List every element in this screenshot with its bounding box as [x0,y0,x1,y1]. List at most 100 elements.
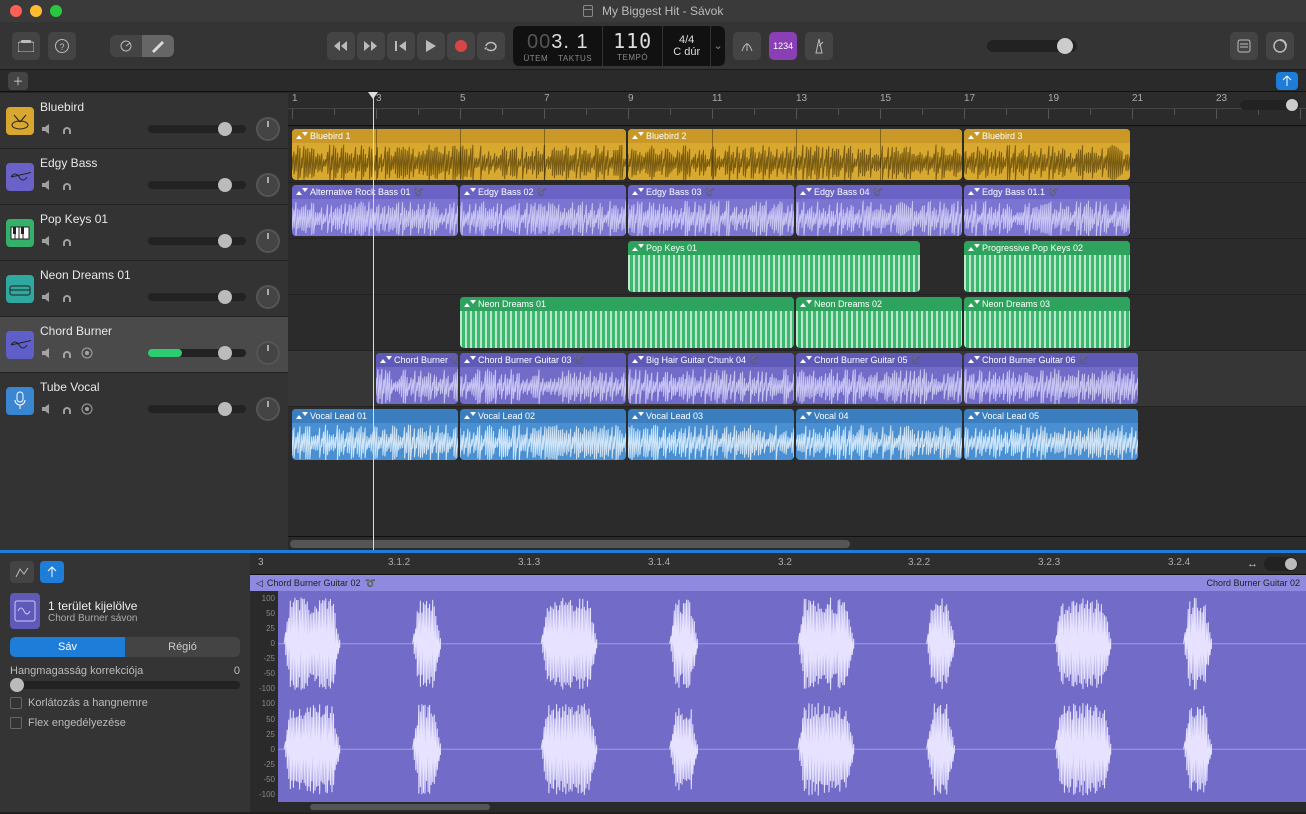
track-pan-knob[interactable] [256,397,280,421]
arrange-area[interactable]: 1357911131517192123 Bluebird 1 Bluebird … [288,92,1306,550]
view-mode-toggle[interactable] [110,35,174,57]
catch-playhead-button[interactable] [1276,72,1298,90]
editor-waveform-area[interactable]: ↔ 33.1.23.1.33.1.43.23.2.23.2.33.2.4 ◁Ch… [250,553,1306,812]
mute-icon[interactable] [40,402,54,416]
arrange-lane[interactable]: Pop Keys 01 Progressive Pop Keys 02 [288,238,1306,294]
mute-icon[interactable] [40,178,54,192]
add-track-button[interactable]: ＋ [8,72,28,90]
region-left-handle-icon[interactable]: ◁ [256,578,263,589]
track-instrument-icon[interactable] [6,331,34,359]
region[interactable]: Progressive Pop Keys 02 [964,241,1130,292]
lcd-mode-chevron[interactable]: ⌄ [711,26,725,66]
horizontal-zoom-slider[interactable] [1240,100,1300,110]
headphone-icon[interactable] [60,290,74,304]
track-pan-knob[interactable] [256,341,280,365]
library-button[interactable] [12,32,40,60]
region[interactable]: Alternative Rock Bass 01 ➰ [292,185,458,236]
track-pan-knob[interactable] [256,173,280,197]
region[interactable]: Edgy Bass 01.1 ➰ [964,185,1130,236]
region[interactable]: Vocal Lead 03 [628,409,794,460]
editor-tab-region-view[interactable] [10,561,34,583]
count-in-button[interactable]: 1234 [769,32,797,60]
region[interactable]: Neon Dreams 02 [796,297,962,348]
region[interactable]: Chord Burner Guitar 06 ➰ [964,353,1138,404]
track-name-label[interactable]: Tube Vocal [40,380,280,394]
mute-icon[interactable] [40,346,54,360]
master-volume-slider[interactable] [987,40,1077,52]
track-pan-knob[interactable] [256,117,280,141]
pitch-correction-slider[interactable] [10,681,240,689]
track-name-label[interactable]: Chord Burner [40,324,280,338]
track-instrument-icon[interactable] [6,219,34,247]
go-to-start-button[interactable] [387,32,415,60]
track-volume-slider[interactable] [148,349,246,357]
region[interactable]: Chord Burner ➰ [376,353,458,404]
track-volume-slider[interactable] [148,405,246,413]
track-volume-slider[interactable] [148,293,246,301]
region[interactable]: Edgy Bass 04 ➰ [796,185,962,236]
input-monitor-icon[interactable] [80,402,94,416]
headphone-icon[interactable] [60,402,74,416]
track-name-label[interactable]: Pop Keys 01 [40,212,280,226]
rewind-button[interactable] [327,32,355,60]
region[interactable]: Chord Burner Guitar 03 ➰ [460,353,626,404]
notepad-button[interactable] [1230,32,1258,60]
play-button[interactable] [417,32,445,60]
editor-icon[interactable] [142,35,174,57]
track-instrument-icon[interactable] [6,275,34,303]
forward-button[interactable] [357,32,385,60]
metronome-button[interactable] [805,32,833,60]
editor-waveform[interactable] [278,591,1306,802]
track-header[interactable]: Chord Burner [0,316,288,372]
region[interactable]: Edgy Bass 02 ➰ [460,185,626,236]
track-volume-slider[interactable] [148,237,246,245]
arrange-h-scrollbar[interactable] [288,536,1306,550]
editor-toggle-region[interactable]: Régió [125,637,240,657]
arrange-lane[interactable]: Vocal Lead 01 Vocal Lead 02 Vocal Lead 0… [288,406,1306,462]
editor-h-scrollbar[interactable] [250,802,1306,812]
track-instrument-icon[interactable] [6,107,34,135]
region[interactable]: Vocal Lead 02 [460,409,626,460]
cycle-button[interactable] [477,32,505,60]
enable-flex-checkbox[interactable]: Flex engedélyezése [10,717,240,729]
loop-browser-button[interactable] [1266,32,1294,60]
arrange-lane[interactable]: Bluebird 1 Bluebird 2 Bluebird 3 [288,126,1306,182]
track-volume-slider[interactable] [148,125,246,133]
playhead[interactable] [373,92,374,550]
arrange-lane[interactable]: Neon Dreams 01 Neon Dreams 02 Neon Dream… [288,294,1306,350]
region[interactable]: Chord Burner Guitar 05 ➰ [796,353,962,404]
track-header[interactable]: Pop Keys 01 [0,204,288,260]
region[interactable]: Vocal Lead 01 [292,409,458,460]
region[interactable]: Vocal 04 [796,409,962,460]
track-name-label[interactable]: Neon Dreams 01 [40,268,280,282]
region[interactable]: Vocal Lead 05 [964,409,1138,460]
quick-help-button[interactable]: ? [48,32,76,60]
track-pan-knob[interactable] [256,285,280,309]
track-name-label[interactable]: Bluebird [40,100,280,114]
lcd-display[interactable]: 003. 1 ÜTEMTAKTUS 110 TEMPÓ 4/4C dúr ⌄ [513,26,725,66]
mute-icon[interactable] [40,234,54,248]
editor-toggle-track[interactable]: Sáv [10,637,125,657]
arrange-lane[interactable]: Chord Burner ➰Chord Burner Guitar 03 ➰Bi… [288,350,1306,406]
region[interactable]: Bluebird 1 [292,129,626,180]
track-volume-slider[interactable] [148,181,246,189]
track-header[interactable]: Bluebird [0,92,288,148]
region[interactable]: Neon Dreams 01 [460,297,794,348]
smart-controls-icon[interactable] [110,35,142,57]
editor-ruler[interactable]: 33.1.23.1.33.1.43.23.2.23.2.33.2.4 [250,553,1306,575]
arrange-lane[interactable]: Alternative Rock Bass 01 ➰Edgy Bass 02 ➰… [288,182,1306,238]
headphone-icon[interactable] [60,234,74,248]
track-instrument-icon[interactable] [6,163,34,191]
limit-to-key-checkbox[interactable]: Korlátozás a hangnemre [10,697,240,709]
mute-icon[interactable] [40,290,54,304]
region[interactable]: Edgy Bass 03 ➰ [628,185,794,236]
region[interactable]: Pop Keys 01 [628,241,920,292]
timeline-ruler[interactable]: 1357911131517192123 [288,92,1306,126]
track-instrument-icon[interactable] [6,387,34,415]
input-monitor-icon[interactable] [80,346,94,360]
track-header[interactable]: Neon Dreams 01 [0,260,288,316]
editor-track-region-toggle[interactable]: Sáv Régió [10,637,240,657]
headphone-icon[interactable] [60,122,74,136]
track-pan-knob[interactable] [256,229,280,253]
record-button[interactable] [447,32,475,60]
